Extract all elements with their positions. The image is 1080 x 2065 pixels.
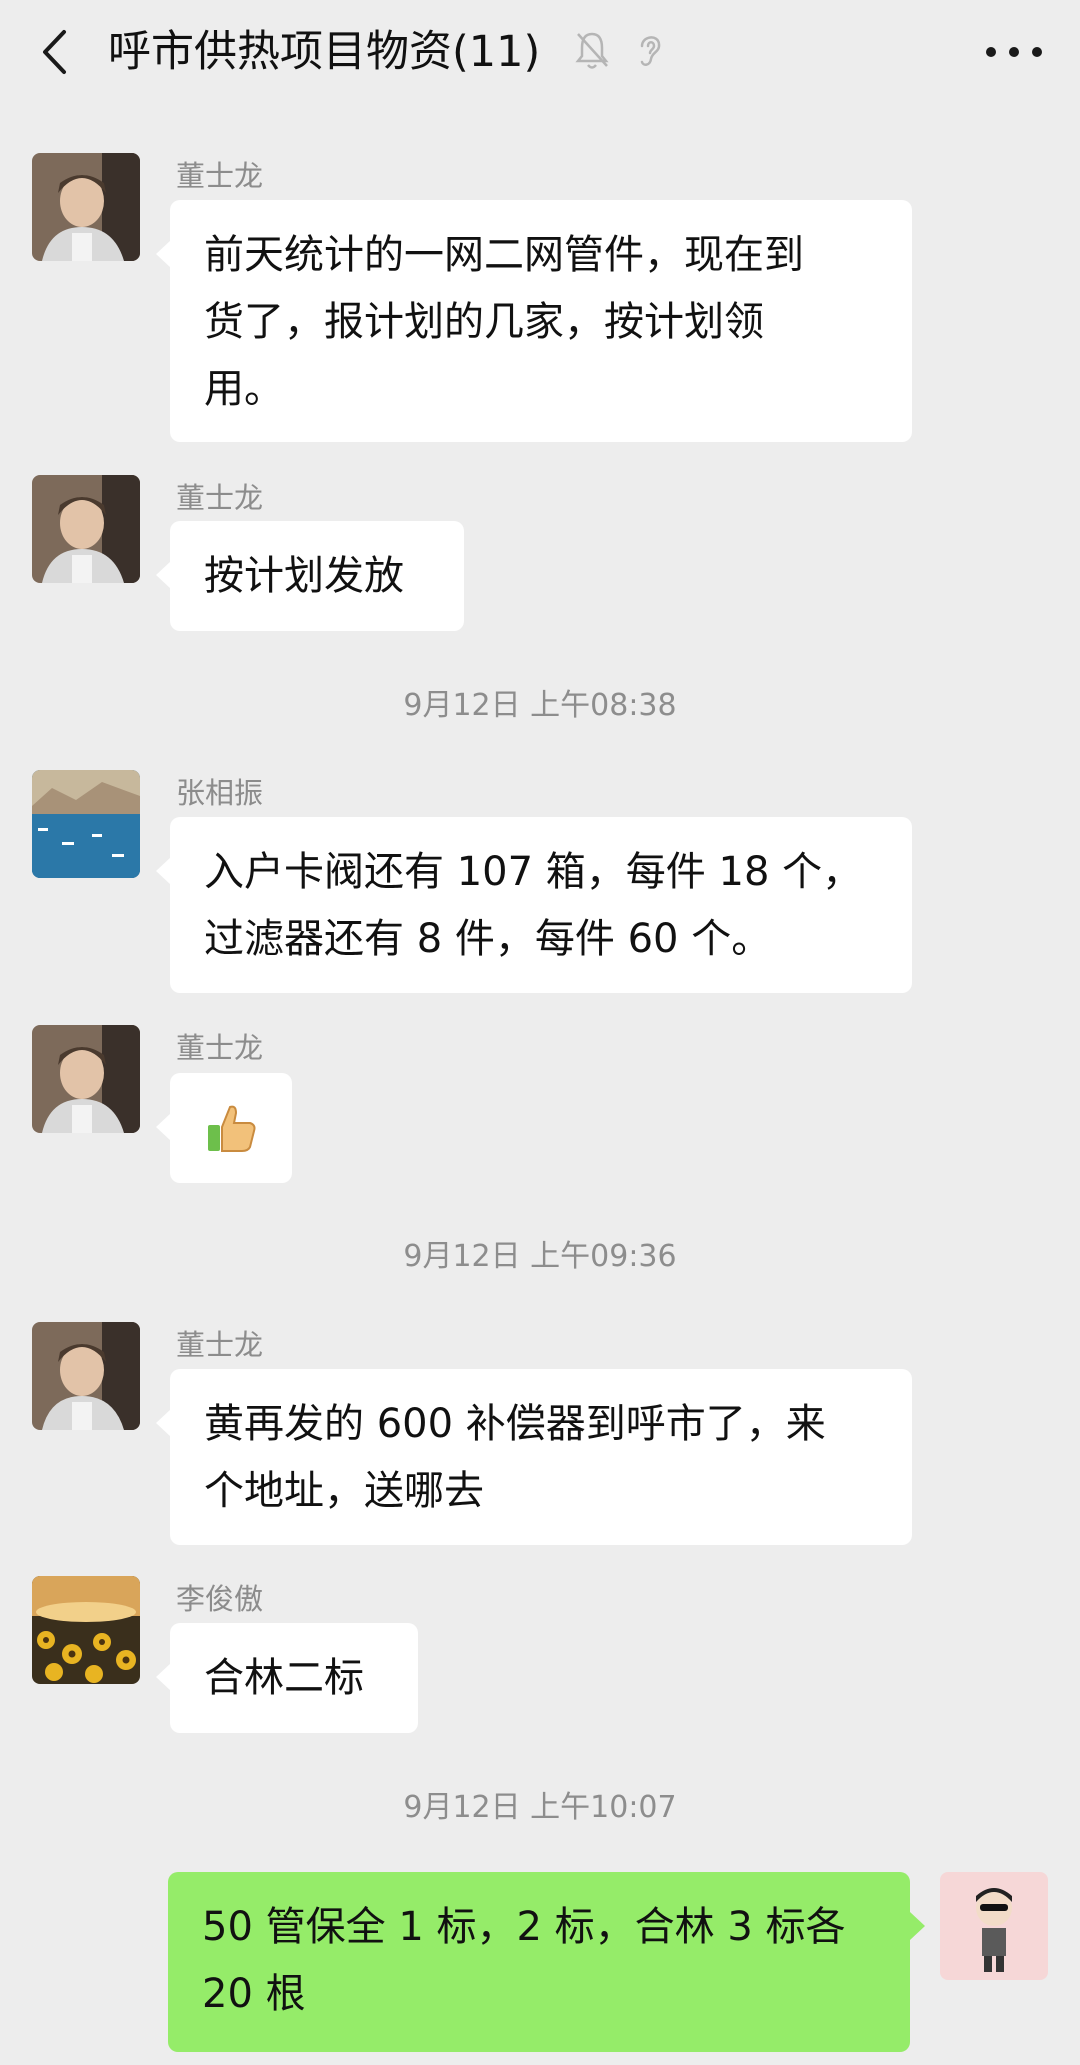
message-bubble[interactable]: 合林二标 — [156, 1623, 418, 1733]
message-bubble[interactable]: 按计划发放 — [156, 521, 464, 631]
back-icon — [43, 30, 66, 74]
sender-name: 董士龙 — [176, 1031, 264, 1065]
avatar[interactable] — [32, 770, 140, 878]
mute-bell-icon — [574, 28, 610, 72]
avatar[interactable] — [32, 475, 140, 583]
more-button[interactable] — [986, 40, 1042, 64]
timestamp: 9月12日 上午10:07 — [403, 1790, 677, 1825]
message-bubble[interactable]: 黄再发的 600 补偿器到呼市了，来 个地址，送哪去 — [156, 1369, 912, 1545]
more-icon — [986, 47, 996, 57]
sender-name: 李俊傲 — [176, 1582, 264, 1616]
avatar[interactable] — [32, 1576, 140, 1684]
avatar[interactable] — [32, 1322, 140, 1430]
message-bubble[interactable]: 50 管保全 1 标，2 标，合林 3 标各 20 根 — [168, 1872, 925, 2052]
thumbs-up-icon — [208, 1105, 256, 1152]
sender-name: 董士龙 — [176, 481, 264, 515]
timestamp: 9月12日 上午08:38 — [403, 688, 677, 723]
back-button[interactable] — [34, 28, 74, 76]
sender-name: 董士龙 — [176, 159, 264, 193]
avatar[interactable] — [32, 153, 140, 261]
chat-title: 呼市供热项目物资(11) — [108, 27, 541, 77]
timestamp: 9月12日 上午09:36 — [403, 1239, 677, 1274]
chat-header: 呼市供热项目物资(11) — [0, 0, 1080, 104]
sender-name: 董士龙 — [176, 1328, 264, 1362]
sender-name: 张相振 — [176, 776, 264, 810]
avatar[interactable] — [940, 1872, 1048, 1980]
earpiece-icon — [632, 28, 668, 72]
avatar[interactable] — [32, 1025, 140, 1133]
message-bubble[interactable]: 入户卡阀还有 107 箱，每件 18 个， 过滤器还有 8 件，每件 60 个。 — [156, 817, 912, 993]
message-bubble[interactable] — [156, 1073, 292, 1183]
message-bubble[interactable]: 前天统计的一网二网管件，现在到 货了，报计划的几家，按计划领 用。 — [156, 200, 912, 442]
